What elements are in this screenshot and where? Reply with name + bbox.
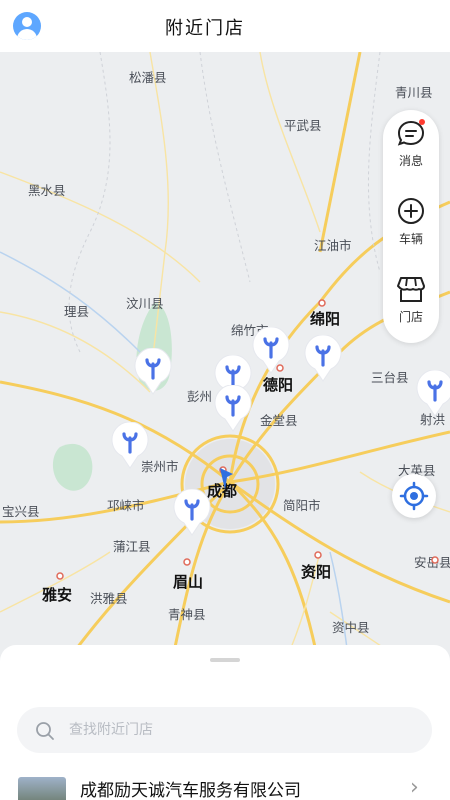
store-pin[interactable] — [172, 489, 212, 537]
message-label: 消息 — [398, 154, 423, 168]
store-pin[interactable] — [133, 348, 173, 396]
bottom-sheet: 成都励天诚汽车服务有限公司 › — [0, 645, 450, 800]
vehicle-button[interactable]: 车辆 — [383, 192, 439, 262]
message-icon — [397, 119, 425, 146]
message-button[interactable]: 消息 — [383, 114, 439, 184]
store-pin[interactable] — [213, 385, 253, 433]
search-icon — [36, 722, 54, 740]
header: 附近门店 — [0, 0, 450, 52]
store-pin[interactable] — [415, 370, 450, 418]
locate-icon — [399, 481, 429, 511]
current-location-marker — [220, 468, 233, 490]
store-button[interactable]: 门店 — [383, 270, 439, 340]
store-name: 成都励天诚汽车服务有限公司 — [80, 781, 301, 800]
store-label: 门店 — [398, 310, 423, 324]
search-bar[interactable] — [17, 707, 432, 753]
store-pin[interactable] — [110, 422, 150, 470]
vehicle-label: 车辆 — [398, 232, 423, 246]
store-icon — [397, 277, 425, 302]
store-list-item[interactable]: 成都励天诚汽车服务有限公司 › — [0, 773, 450, 800]
page-title: 附近门店 — [165, 18, 245, 39]
sheet-drag-handle[interactable] — [210, 658, 240, 662]
search-input[interactable] — [69, 707, 409, 753]
store-thumbnail — [18, 777, 66, 800]
map-controls: 消息 车辆 门店 — [383, 110, 439, 343]
store-pin[interactable] — [251, 327, 291, 375]
store-pin[interactable] — [303, 335, 343, 383]
locate-button[interactable] — [392, 474, 436, 518]
add-circle-icon — [398, 198, 424, 224]
chevron-right-icon: › — [410, 775, 419, 800]
